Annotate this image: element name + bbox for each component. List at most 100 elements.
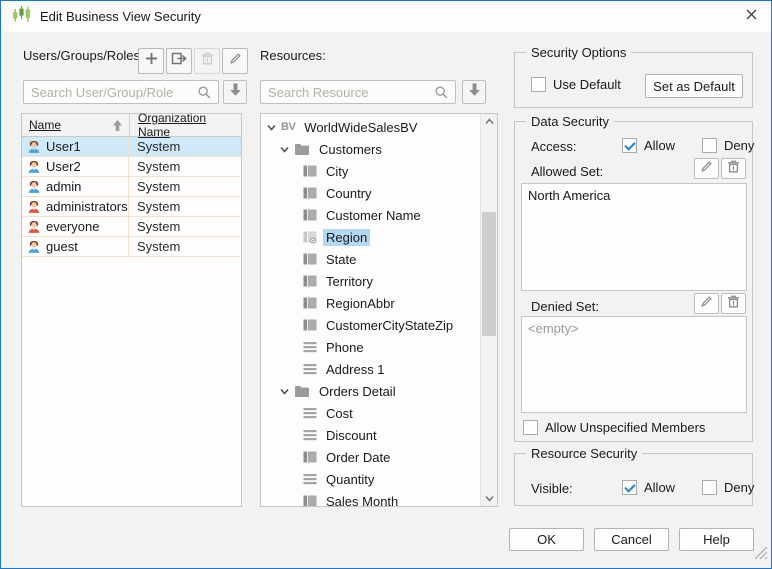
tree-scrollbar[interactable] bbox=[480, 114, 497, 506]
tree-scrollbar-thumb[interactable] bbox=[482, 212, 496, 336]
arrow-down-icon bbox=[468, 82, 481, 102]
arrow-down-icon bbox=[229, 82, 242, 102]
users-groups-roles-label: Users/Groups/Roles: bbox=[23, 48, 144, 63]
tree-item[interactable]: CustomerCityStateZip bbox=[261, 314, 480, 336]
folder-icon bbox=[294, 384, 310, 398]
visible-allow-label: Allow bbox=[644, 480, 675, 495]
data-security-group: Data Security Access: Allow Deny Allowed… bbox=[514, 121, 753, 442]
denied-set-box[interactable]: <empty> bbox=[521, 316, 747, 413]
user-blue-icon bbox=[26, 159, 42, 175]
tree-item[interactable]: Region bbox=[261, 226, 480, 248]
access-deny-label: Deny bbox=[724, 138, 754, 153]
tree-item[interactable]: Country bbox=[261, 182, 480, 204]
cube-icon bbox=[303, 186, 317, 200]
tree-item[interactable]: Customer Name bbox=[261, 204, 480, 226]
search-resource-go-button[interactable] bbox=[462, 80, 486, 104]
tree-item-label: Orders Detail bbox=[316, 383, 399, 400]
tree-item-label: State bbox=[323, 251, 359, 268]
allowed-set-delete-button[interactable] bbox=[721, 158, 746, 179]
resize-grip[interactable] bbox=[754, 546, 768, 565]
table-row[interactable]: guestSystem bbox=[22, 237, 241, 257]
users-toolbar bbox=[138, 48, 248, 74]
use-default-checkbox[interactable] bbox=[531, 77, 546, 92]
scroll-down-icon[interactable] bbox=[481, 495, 497, 502]
search-user-input[interactable] bbox=[23, 80, 219, 104]
close-button[interactable] bbox=[736, 4, 766, 29]
access-deny-checkbox[interactable] bbox=[702, 138, 717, 153]
table-row[interactable]: adminSystem bbox=[22, 177, 241, 197]
denied-set-delete-button[interactable] bbox=[721, 293, 746, 314]
tree-item[interactable]: BVWorldWideSalesBV bbox=[261, 116, 480, 138]
assign-user-button[interactable] bbox=[166, 48, 192, 74]
export-icon bbox=[171, 51, 188, 71]
visible-allow-row: Allow bbox=[622, 480, 675, 495]
title-bar[interactable]: Edit Business View Security bbox=[1, 1, 771, 32]
access-allow-checkbox[interactable] bbox=[622, 138, 637, 153]
scroll-up-icon[interactable] bbox=[481, 118, 497, 125]
tree-item-label: City bbox=[323, 163, 351, 180]
tree-item-label: Phone bbox=[323, 339, 367, 356]
resources-tree: BVWorldWideSalesBVCustomersCityCountryCu… bbox=[260, 113, 498, 507]
allowed-set-box[interactable]: North America bbox=[521, 183, 747, 291]
tree-item[interactable]: Phone bbox=[261, 336, 480, 358]
sort-ascending-icon bbox=[112, 119, 123, 135]
table-row[interactable]: User1System bbox=[22, 137, 241, 157]
visible-label: Visible: bbox=[531, 481, 573, 496]
table-row[interactable]: User2System bbox=[22, 157, 241, 177]
user-name: User2 bbox=[46, 159, 81, 174]
user-red-icon bbox=[26, 219, 42, 235]
tree-item-label: Cost bbox=[323, 405, 356, 422]
tree-item[interactable]: Order Date bbox=[261, 446, 480, 468]
access-deny-row: Deny bbox=[702, 138, 754, 153]
lines-icon bbox=[303, 406, 317, 420]
help-button[interactable]: Help bbox=[679, 528, 754, 551]
tree-item-label: CustomerCityStateZip bbox=[323, 317, 456, 334]
chevron-down-icon[interactable] bbox=[278, 387, 290, 396]
add-user-button[interactable] bbox=[138, 48, 164, 74]
data-security-legend: Data Security bbox=[526, 114, 614, 129]
tree-item[interactable]: Territory bbox=[261, 270, 480, 292]
allow-unspecified-checkbox[interactable] bbox=[523, 420, 538, 435]
resource-security-legend: Resource Security bbox=[526, 446, 642, 461]
visible-allow-checkbox[interactable] bbox=[622, 480, 637, 495]
column-header-organization[interactable]: Organization Name bbox=[129, 114, 241, 136]
tree-item[interactable]: Address 1 bbox=[261, 358, 480, 380]
column-header-name[interactable]: Name bbox=[22, 114, 129, 136]
cube-key-icon bbox=[303, 230, 317, 244]
search-user-go-button[interactable] bbox=[223, 80, 247, 104]
set-as-default-button[interactable]: Set as Default bbox=[645, 74, 743, 98]
table-row[interactable]: everyoneSystem bbox=[22, 217, 241, 237]
organization-name: System bbox=[129, 137, 241, 156]
chevron-down-icon[interactable] bbox=[265, 123, 277, 132]
chevron-down-icon[interactable] bbox=[278, 145, 290, 154]
cube-icon bbox=[303, 252, 317, 266]
tree-item[interactable]: Discount bbox=[261, 424, 480, 446]
resource-security-group: Resource Security Visible: Allow Deny bbox=[514, 453, 753, 506]
user-name: everyone bbox=[46, 219, 99, 234]
tree-item[interactable]: Customers bbox=[261, 138, 480, 160]
organization-name: System bbox=[129, 177, 241, 196]
tree-item[interactable]: Quantity bbox=[261, 468, 480, 490]
cube-icon bbox=[303, 208, 317, 222]
tree-item[interactable]: State bbox=[261, 248, 480, 270]
tree-item[interactable]: Orders Detail bbox=[261, 380, 480, 402]
tree-item[interactable]: Cost bbox=[261, 402, 480, 424]
cancel-button[interactable]: Cancel bbox=[594, 528, 669, 551]
allowed-set-edit-button[interactable] bbox=[694, 158, 719, 179]
ok-button[interactable]: OK bbox=[509, 528, 584, 551]
search-resource-input[interactable] bbox=[260, 80, 456, 104]
denied-set-edit-button[interactable] bbox=[694, 293, 719, 314]
cube-icon bbox=[303, 164, 317, 178]
table-row[interactable]: administratorsSystem bbox=[22, 197, 241, 217]
tree-item-label: WorldWideSalesBV bbox=[301, 119, 420, 136]
organization-name: System bbox=[129, 237, 241, 256]
edit-user-button[interactable] bbox=[222, 48, 248, 74]
resources-tree-items: BVWorldWideSalesBVCustomersCityCountryCu… bbox=[261, 116, 480, 507]
tree-item[interactable]: City bbox=[261, 160, 480, 182]
tree-item[interactable]: Sales Month bbox=[261, 490, 480, 507]
pencil-icon bbox=[228, 51, 243, 71]
visible-deny-checkbox[interactable] bbox=[702, 480, 717, 495]
allow-unspecified-label: Allow Unspecified Members bbox=[545, 420, 705, 435]
tree-item[interactable]: RegionAbbr bbox=[261, 292, 480, 314]
tree-item-label: Customers bbox=[316, 141, 385, 158]
